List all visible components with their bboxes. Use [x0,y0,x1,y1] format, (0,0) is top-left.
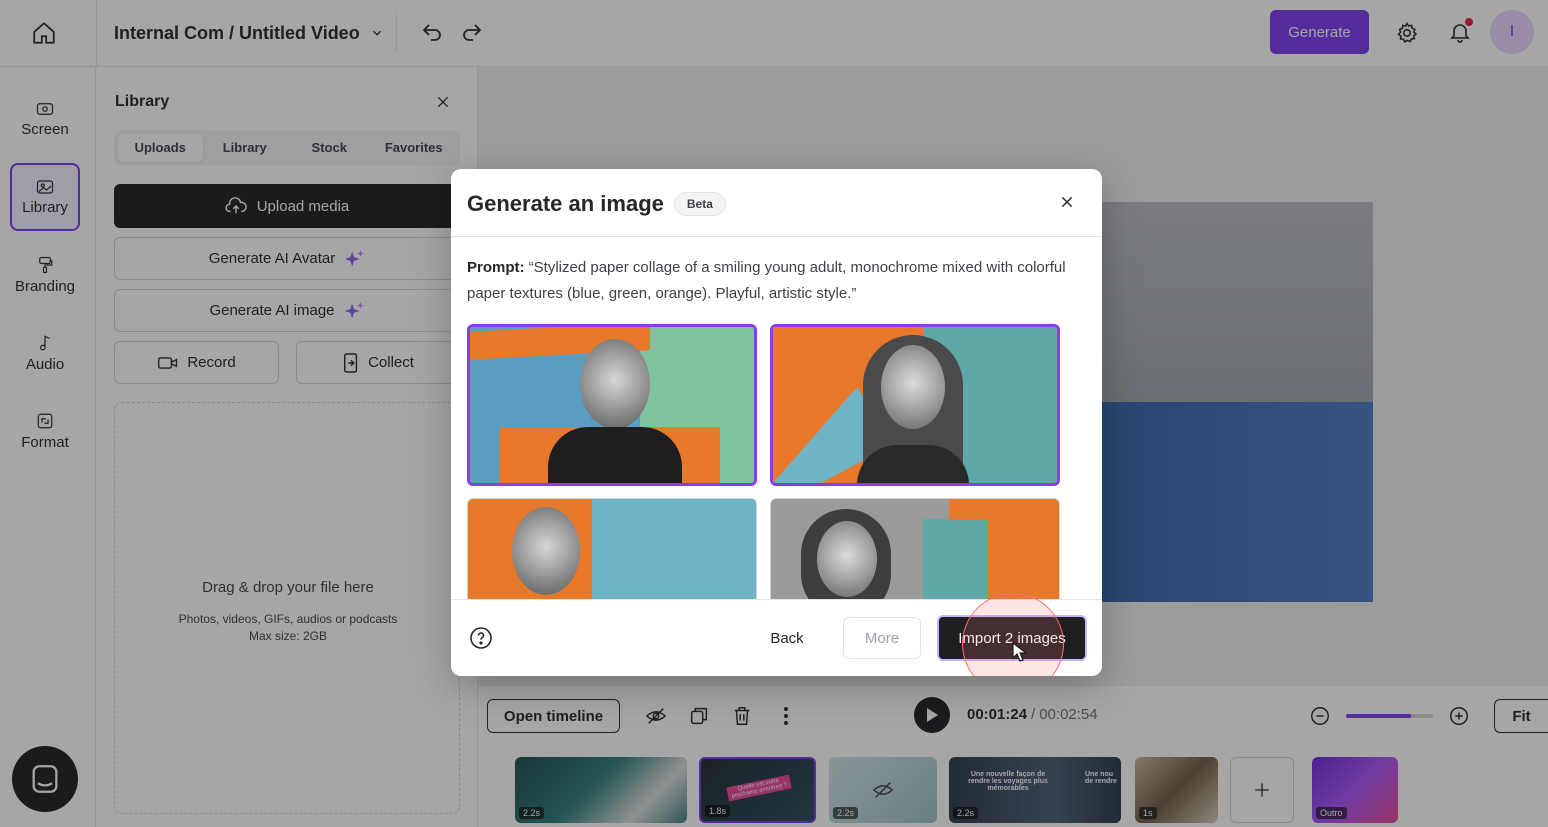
generated-image-2[interactable] [770,324,1060,486]
generated-image-1[interactable] [467,324,757,486]
divider [451,236,1102,237]
prompt-text: “Stylized paper collage of a smiling you… [467,259,1066,302]
image-paper-teal [923,519,987,600]
prompt-text-block: Prompt: “Stylized paper collage of a smi… [467,255,1081,307]
image-grid [467,324,1087,600]
click-indicator [962,593,1064,676]
generate-image-modal: Generate an image Beta Prompt: “Stylized… [451,169,1102,676]
image-paper-blue [592,499,756,600]
modal-header: Generate an image Beta [467,191,726,217]
beta-badge: Beta [673,192,726,216]
image-face [817,521,877,597]
help-icon[interactable] [469,626,493,650]
cursor-icon [1011,641,1029,663]
generated-image-4[interactable] [770,498,1060,600]
image-face [512,507,580,595]
image-face [881,345,945,429]
prompt-label: Prompt: [467,259,525,276]
generated-image-3[interactable] [467,498,757,600]
modal-title: Generate an image [467,191,664,216]
close-icon[interactable] [1056,191,1078,213]
image-face [580,339,650,429]
more-button[interactable]: More [843,617,921,659]
back-button[interactable]: Back [757,617,817,659]
image-suit [548,427,682,483]
